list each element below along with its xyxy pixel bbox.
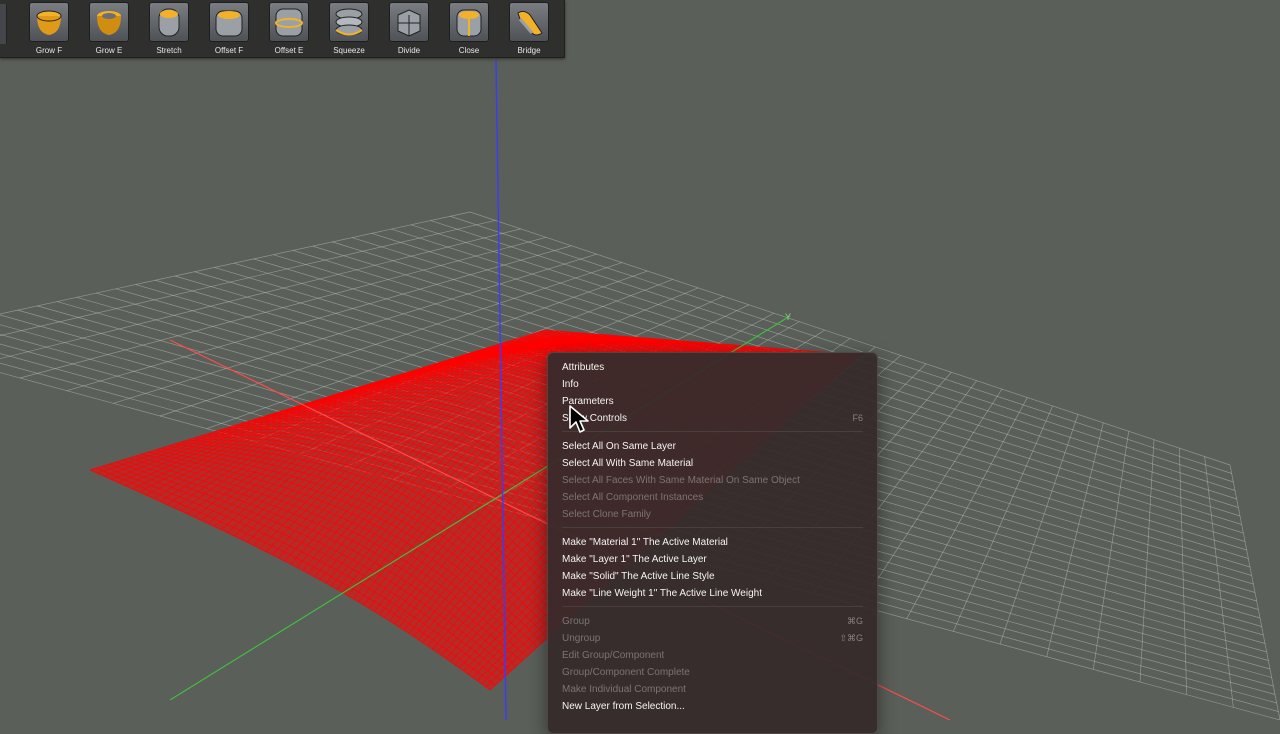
menu-item-select-clone-family: Select Clone Family [562, 509, 651, 520]
menu-item-group: Group ⌘G [562, 613, 863, 630]
menu-item-select-same-layer[interactable]: Select All On Same Layer [562, 438, 863, 455]
close-icon [449, 2, 489, 42]
tool-label: Offset E [274, 46, 304, 55]
menu-item-edit-group-component: Edit Group/Component [562, 650, 665, 661]
menu-separator [562, 527, 863, 528]
tool-label: Stretch [156, 46, 182, 55]
shortcut-hint: F6 [852, 413, 863, 423]
menu-item-select-faces-same-material: Select All Faces With Same Material On S… [562, 475, 800, 486]
menu-item-make-layer-active[interactable]: Make "Layer 1" The Active Layer [562, 551, 863, 568]
grow-face-tool[interactable]: Grow F [27, 2, 71, 55]
tool-label: Grow E [95, 46, 123, 55]
grid-line [999, 414, 1079, 645]
y-axis-label: Y [785, 312, 791, 322]
divide-tool[interactable]: Divide [387, 2, 431, 55]
menu-item-attributes[interactable]: Attributes [562, 359, 863, 376]
grid-line [1139, 439, 1155, 683]
menu-item-group-component-complete: Group/Component Complete [562, 667, 690, 678]
mouse-pointer-icon [569, 405, 589, 433]
tool-label: Grow F [35, 46, 63, 55]
menu-item-make-material-active[interactable]: Make "Material 1" The Active Material [562, 534, 863, 551]
tool-label: Close [458, 46, 480, 55]
grow-edge-icon [89, 2, 129, 42]
tool-label: Bridge [517, 46, 541, 55]
menu-item-show-controls[interactable]: Show Controls F6 [562, 410, 863, 427]
grid-line [1204, 456, 1234, 708]
bridge-tool[interactable]: Bridge [507, 2, 551, 55]
menu-item-make-line-weight-active[interactable]: Make "Line Weight 1" The Active Line Wei… [562, 585, 863, 602]
grid-line [0, 220, 496, 336]
menu-item-make-solid-active[interactable]: Make "Solid" The Active Line Style [562, 568, 863, 585]
tool-label: Divide [397, 46, 421, 55]
menu-item-make-individual-component: Make Individual Component [562, 684, 686, 695]
shortcut-hint: ⇧⌘G [839, 633, 863, 643]
divide-icon [389, 2, 429, 42]
menu-item-label: Group [562, 616, 590, 627]
menu-separator [562, 431, 863, 432]
menu-item-ungroup: Ungroup ⇧⌘G [562, 630, 863, 647]
tool-label: Squeeze [333, 46, 365, 55]
offset-edge-icon [269, 2, 309, 42]
offset-face-tool[interactable]: Offset F [207, 2, 251, 55]
squeeze-tool[interactable]: Squeeze [327, 2, 371, 55]
stretch-icon [149, 2, 189, 42]
bridge-icon [509, 2, 549, 42]
tool-label: Offset F [214, 46, 244, 55]
tool-palette: Grow F Grow E Stretch Offset F Offset E … [0, 0, 565, 58]
menu-item-info[interactable]: Info [562, 376, 863, 393]
offset-edge-tool[interactable]: Offset E [267, 2, 311, 55]
context-menu: Attributes Info Parameters Show Controls… [547, 352, 878, 734]
palette-edge [0, 4, 7, 44]
squeeze-icon [329, 2, 369, 42]
stretch-tool[interactable]: Stretch [147, 2, 191, 55]
menu-item-select-component-instances: Select All Component Instances [562, 492, 704, 503]
shortcut-hint: ⌘G [846, 616, 863, 626]
grow-face-icon [29, 2, 69, 42]
grid-line [1229, 464, 1280, 720]
menu-item-new-layer-from-selection[interactable]: New Layer from Selection... [562, 698, 863, 715]
menu-item-label: Ungroup [562, 633, 601, 644]
grow-edge-tool[interactable]: Grow E [87, 2, 131, 55]
menu-separator [562, 606, 863, 607]
grid-line [1178, 448, 1188, 695]
menu-item-select-same-material[interactable]: Select All With Same Material [562, 455, 863, 472]
close-tool[interactable]: Close [447, 2, 491, 55]
offset-face-icon [209, 2, 249, 42]
menu-item-parameters[interactable]: Parameters [562, 393, 863, 410]
